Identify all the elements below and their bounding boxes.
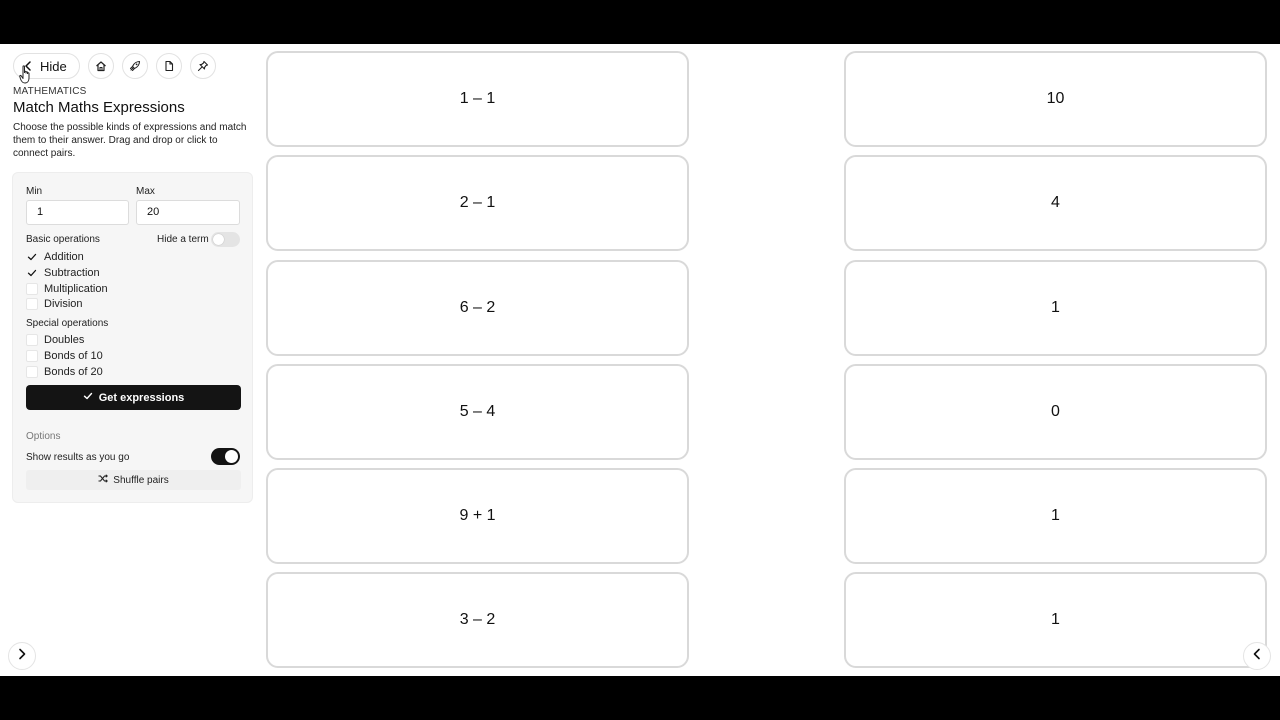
show-results-label: Show results as you go xyxy=(26,452,130,463)
answer-card[interactable]: 4 xyxy=(844,155,1267,252)
expression-card[interactable]: 1 – 1 xyxy=(266,51,689,147)
answer-card[interactable]: 0 xyxy=(844,363,1267,460)
get-expressions-button[interactable]: Get expressions xyxy=(26,385,241,410)
home-icon xyxy=(95,60,107,72)
checkbox-checked-icon[interactable] xyxy=(26,251,38,263)
answer-card[interactable]: 1 xyxy=(844,259,1267,356)
min-label: Min xyxy=(26,186,43,197)
app-screen: Hide MATHEMATICS Match Maths Expressions… xyxy=(0,44,1280,676)
checkbox-label: Addition xyxy=(44,251,84,263)
hide-term-label: Hide a term xyxy=(157,234,209,245)
chevron-right-icon xyxy=(18,647,26,665)
document-icon xyxy=(163,60,175,72)
expression-card[interactable]: 3 – 2 xyxy=(266,572,689,669)
expression-card[interactable]: 9 + 1 xyxy=(266,468,689,565)
checkbox-label: Doubles xyxy=(44,334,85,346)
answer-card[interactable]: 1 xyxy=(844,468,1267,565)
pin-icon xyxy=(197,60,209,72)
basic-checkbox-row[interactable]: Multiplication xyxy=(26,282,108,296)
chevron-left-icon xyxy=(1253,647,1261,665)
toggle-knob xyxy=(213,234,224,245)
checkbox-label: Subtraction xyxy=(44,266,100,279)
checkbox-checked-icon[interactable] xyxy=(26,267,38,279)
expand-sidebar-button[interactable] xyxy=(8,642,36,670)
expression-card[interactable]: 2 – 1 xyxy=(266,155,689,252)
check-icon xyxy=(83,391,93,404)
expression-card[interactable]: 6 – 2 xyxy=(266,259,689,356)
document-button[interactable] xyxy=(155,53,182,79)
checkbox-label: Bonds of 10 xyxy=(44,349,103,362)
top-toolbar: Hide xyxy=(13,53,216,79)
home-button[interactable] xyxy=(87,53,114,79)
special-checkbox-row[interactable]: Doubles xyxy=(26,333,84,347)
checkbox-label: Multiplication xyxy=(44,282,108,295)
rocket-button[interactable] xyxy=(121,53,148,79)
expressions-column: 1 – 12 – 16 – 25 – 49 + 13 – 2 xyxy=(266,51,689,676)
basic-checkbox-row[interactable]: Subtraction xyxy=(26,266,100,280)
answer-card[interactable]: 10 xyxy=(844,51,1267,147)
basic-checkbox-row[interactable]: Division xyxy=(26,297,83,311)
max-label: Max xyxy=(136,186,155,197)
show-results-toggle[interactable] xyxy=(211,448,240,465)
settings-panel: Min 1 Max 20 Basic operations Hide a ter… xyxy=(12,172,253,503)
shuffle-pairs-button[interactable]: Shuffle pairs xyxy=(26,470,241,490)
category-label: MATHEMATICS xyxy=(13,86,87,97)
max-input[interactable]: 20 xyxy=(136,200,240,225)
min-input[interactable]: 1 xyxy=(26,200,129,225)
checkbox-unchecked-icon[interactable] xyxy=(26,282,38,295)
expression-card[interactable]: 5 – 4 xyxy=(266,363,689,460)
toggle-knob xyxy=(225,450,238,463)
checkbox-unchecked-icon[interactable] xyxy=(26,334,38,346)
checkbox-label: Division xyxy=(44,298,83,311)
shuffle-icon xyxy=(98,474,109,486)
checkbox-unchecked-icon[interactable] xyxy=(26,365,38,378)
checkbox-unchecked-icon[interactable] xyxy=(26,298,38,311)
page-description: Choose the possible kinds of expressions… xyxy=(13,122,247,159)
answer-card[interactable]: 1 xyxy=(844,572,1267,669)
page-title: Match Maths Expressions xyxy=(13,99,185,116)
get-expressions-label: Get expressions xyxy=(98,391,185,404)
answers-column: 10 4 1 0 1 1 xyxy=(844,51,1267,676)
pin-button[interactable] xyxy=(189,53,216,79)
checkbox-unchecked-icon[interactable] xyxy=(26,349,38,362)
special-checkbox-row[interactable]: Bonds of 20 xyxy=(26,365,103,379)
shuffle-pairs-label: Shuffle pairs xyxy=(113,474,169,486)
hide-term-toggle[interactable] xyxy=(211,232,240,247)
special-checkbox-row[interactable]: Bonds of 10 xyxy=(26,349,103,363)
basic-checkbox-row[interactable]: Addition xyxy=(26,250,84,264)
checkbox-label: Bonds of 20 xyxy=(44,365,103,378)
hide-button-label: Hide xyxy=(40,58,67,74)
rocket-icon xyxy=(129,60,141,72)
open-right-panel-button[interactable] xyxy=(1243,642,1271,670)
options-label: Options xyxy=(26,431,61,442)
basic-operations-label: Basic operations xyxy=(26,234,100,245)
special-operations-label: Special operations xyxy=(26,318,109,329)
